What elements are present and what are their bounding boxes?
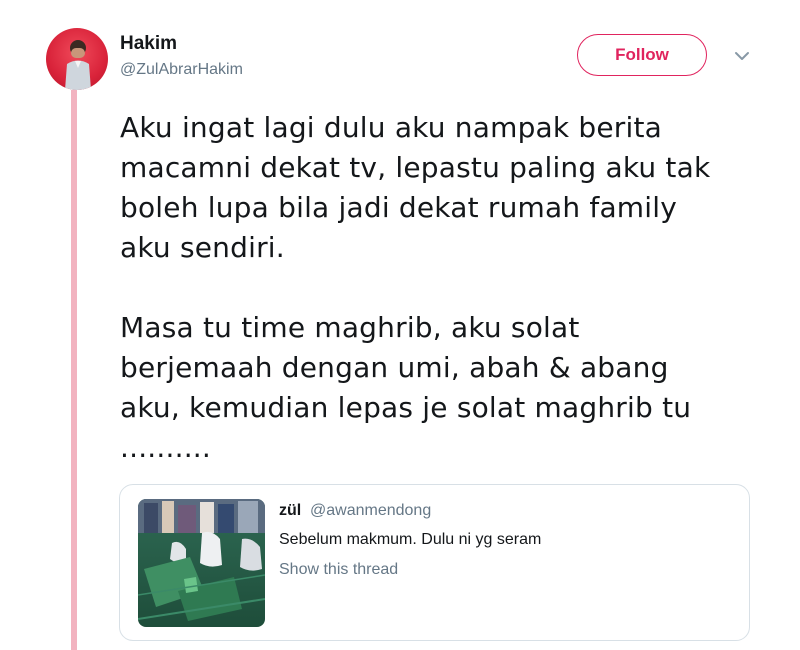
tweet-line: boleh lupa bila jadi dekat rumah family — [120, 191, 678, 224]
tweet-line: Aku ingat lagi dulu aku nampak berita — [120, 111, 663, 144]
quoted-media-thumbnail[interactable] — [138, 499, 265, 627]
quoted-author-handle[interactable]: @awanmendong — [310, 502, 431, 520]
chevron-down-icon[interactable] — [733, 50, 751, 62]
tweet-line: berjemaah dengan umi, abah & abang — [120, 351, 669, 384]
follow-button[interactable]: Follow — [577, 34, 707, 76]
quoted-author-name[interactable]: zül — [279, 502, 301, 520]
author-display-name[interactable]: Hakim — [120, 33, 177, 55]
tweet-line: aku, kemudian lepas je solat maghrib tu — [120, 391, 692, 424]
author-handle[interactable]: @ZulAbrarHakim — [120, 61, 243, 79]
tweet-text: Aku ingat lagi dulu aku nampak berita ma… — [120, 108, 770, 468]
thread-connector-line — [71, 90, 77, 650]
tweet-line: aku sendiri. — [120, 231, 285, 264]
quoted-tweet-card[interactable]: zül @awanmendong Sebelum makmum. Dulu ni… — [119, 484, 750, 641]
quoted-tweet-text: Sebelum makmum. Dulu ni yg seram — [279, 531, 542, 548]
avatar[interactable] — [46, 28, 108, 90]
tweet-line: Masa tu time maghrib, aku solat — [120, 311, 580, 344]
tweet-line: .......... — [120, 431, 212, 464]
show-thread-link[interactable]: Show this thread — [279, 561, 398, 579]
tweet-line: macamni dekat tv, lepastu paling aku tak — [120, 151, 711, 184]
